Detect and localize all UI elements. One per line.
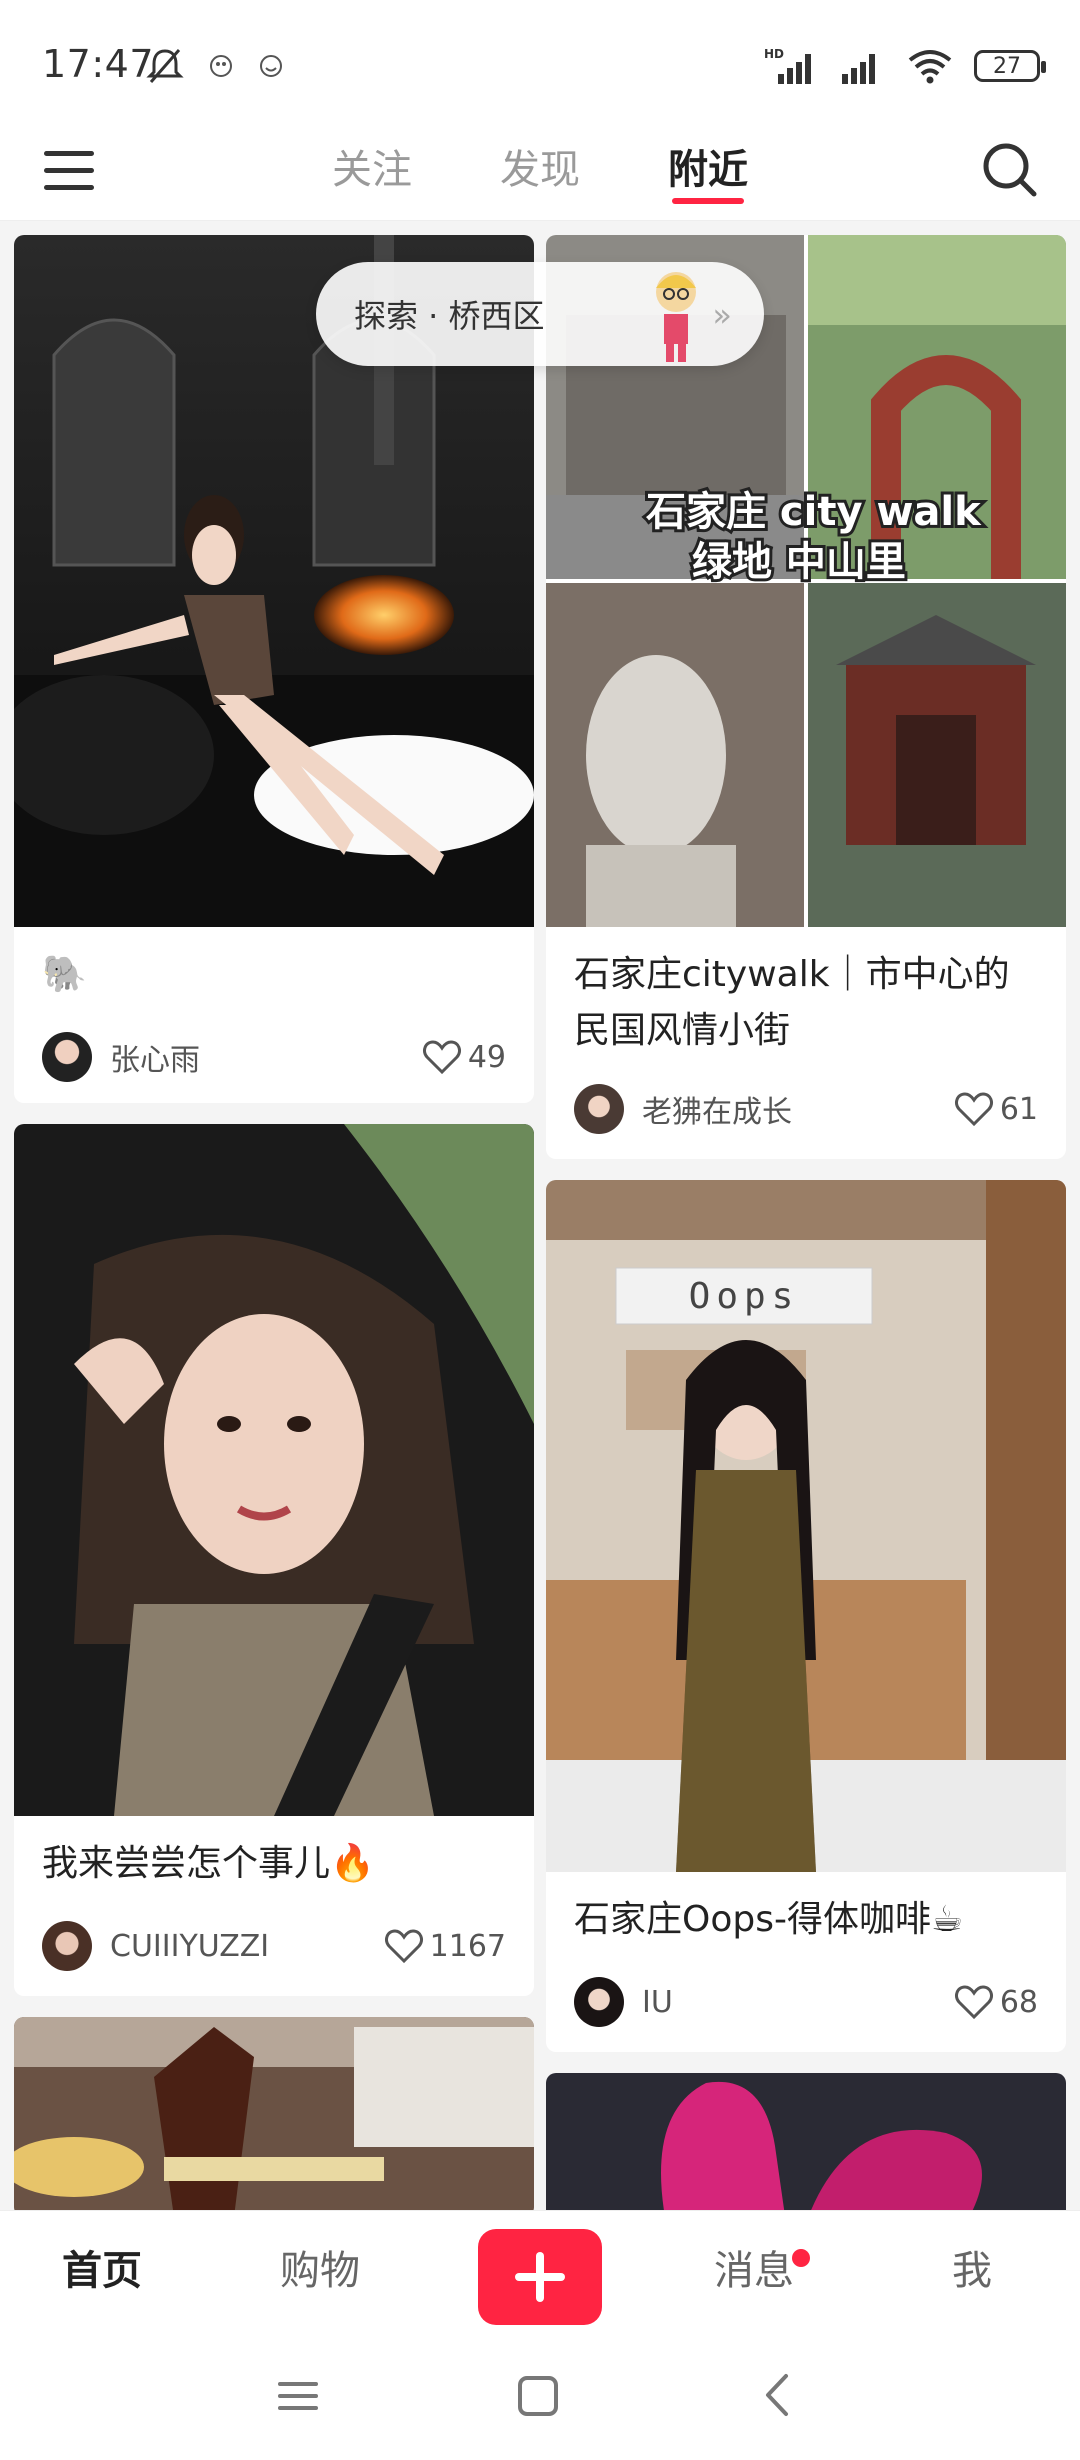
back-icon[interactable] — [758, 2370, 798, 2420]
feed: 🐘 张心雨 49 石家庄 city walk 绿地 中山里 石家庄citywal… — [0, 221, 1080, 2210]
heart-icon — [422, 1040, 461, 1075]
photo-oops-cafe: Oops — [546, 1180, 1066, 1872]
card-meta: 老狒在成长 61 — [546, 1069, 1066, 1149]
notification-dot — [792, 2249, 810, 2267]
search-icon[interactable] — [978, 138, 1042, 202]
explore-arrow-icon: » — [712, 296, 732, 334]
tab-discover[interactable]: 发现 — [496, 120, 584, 220]
tab-follow[interactable]: 关注 — [328, 120, 416, 220]
card-title: 石家庄citywalk｜市中心的民国风情小街 — [574, 954, 1010, 1051]
card-title: 🐘 — [42, 954, 87, 995]
card-title: 石家庄Oops-得体咖啡☕ — [574, 1899, 964, 1940]
card-meta: CUIIIYUZZI 1167 — [14, 1906, 534, 1986]
card-image-oops-cafe: Oops — [546, 1180, 1066, 1872]
image-caption-1: 石家庄 city walk — [646, 489, 982, 535]
status-right-icons: HD 27 — [764, 46, 1046, 86]
card-meta: 张心雨 49 — [14, 1017, 534, 1097]
author-name[interactable]: 老狒在成长 — [642, 1087, 954, 1131]
like-count: 61 — [999, 1091, 1038, 1127]
like-count: 1167 — [429, 1928, 506, 1964]
mascot-icon — [656, 272, 696, 362]
top-tabs: 关注 发现 附近 — [0, 120, 1080, 220]
heart-icon — [954, 1092, 993, 1127]
like-count: 68 — [999, 1984, 1038, 2020]
tab-nearby[interactable]: 附近 — [664, 120, 752, 220]
recent-apps-icon[interactable] — [276, 2374, 320, 2418]
author-name[interactable]: 张心雨 — [110, 1035, 422, 1079]
battery-level: 27 — [993, 53, 1021, 79]
like-button[interactable]: 68 — [954, 1984, 1038, 2020]
system-nav-bar — [0, 2330, 1080, 2460]
heart-icon — [954, 1985, 993, 2020]
post-button[interactable] — [478, 2229, 602, 2325]
wifi-icon — [908, 50, 952, 84]
like-button[interactable]: 1167 — [384, 1928, 506, 1964]
status-time: 17:47 — [42, 42, 155, 86]
feed-card[interactable]: 我来尝尝怎个事儿🔥 CUIIIYUZZI 1167 — [14, 1124, 534, 1996]
home-icon[interactable] — [516, 2374, 560, 2418]
explore-location-pill[interactable]: 探索 · 桥西区 » — [316, 262, 764, 366]
hd-signal-icon: HD — [764, 47, 811, 84]
feed-card[interactable] — [546, 2073, 1066, 2210]
top-nav: 关注 发现 附近 — [0, 120, 1080, 221]
like-button[interactable]: 49 — [422, 1039, 506, 1075]
avatar[interactable] — [574, 1084, 624, 1134]
signal-icon — [842, 54, 875, 84]
feed-card[interactable]: 石家庄 city walk 绿地 中山里 石家庄citywalk｜市中心的民国风… — [546, 235, 1066, 1159]
tab-shopping[interactable]: 购物 — [280, 2211, 360, 2331]
feed-card[interactable] — [14, 2017, 534, 2210]
avatar[interactable] — [42, 1921, 92, 1971]
app-notify-icon — [210, 55, 232, 77]
photo-selfie-car — [14, 1124, 534, 1816]
feed-card[interactable]: Oops 石家庄Oops-得体咖啡☕ IU 68 — [546, 1180, 1066, 2052]
card-image-selfie — [14, 1124, 534, 1816]
like-count: 49 — [467, 1039, 506, 1075]
status-bar: 17:47 HD 27 — [0, 0, 1080, 120]
bottom-tab-bar: 首页 购物 消息 我 — [0, 2210, 1080, 2331]
photo-pink-bunny — [546, 2073, 1066, 2210]
tab-home[interactable]: 首页 — [62, 2211, 142, 2331]
avatar[interactable] — [42, 1032, 92, 1082]
battery-icon: 27 — [974, 50, 1046, 82]
like-button[interactable]: 61 — [954, 1091, 1038, 1127]
avatar[interactable] — [574, 1977, 624, 2027]
app-notify-icon-2 — [260, 55, 282, 77]
author-name[interactable]: CUIIIYUZZI — [110, 1929, 384, 1964]
photo-food-table — [14, 2017, 534, 2210]
cafe-sign-text: Oops — [689, 1276, 800, 1317]
tab-messages[interactable]: 消息 — [714, 2211, 794, 2331]
status-left-icons — [145, 46, 285, 86]
tab-me[interactable]: 我 — [952, 2211, 992, 2331]
explore-location-label: 探索 · 桥西区 — [354, 297, 545, 335]
card-meta: IU 68 — [546, 1962, 1066, 2042]
author-name[interactable]: IU — [642, 1985, 954, 2020]
bell-off-icon — [146, 49, 184, 83]
heart-icon — [384, 1929, 423, 1964]
plus-icon — [536, 2252, 544, 2302]
image-caption-2: 绿地 中山里 — [692, 539, 906, 585]
network-label: HD — [764, 47, 784, 61]
card-title: 我来尝尝怎个事儿🔥 — [42, 1843, 375, 1884]
